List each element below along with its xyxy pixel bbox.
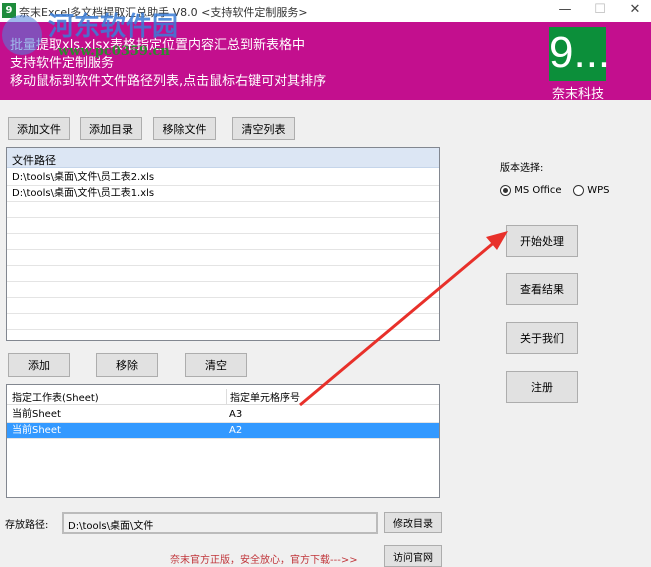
version-label: 版本选择: <box>500 163 544 174</box>
empty-row <box>7 218 439 234</box>
cell-ref-cell: A2 <box>229 425 243 436</box>
change-directory-button[interactable]: 修改目录 <box>384 512 442 533</box>
radio-ms-office[interactable]: MS Office <box>500 184 562 196</box>
add-file-button[interactable]: 添加文件 <box>8 117 70 140</box>
add-directory-button[interactable]: 添加目录 <box>80 117 142 140</box>
empty-row <box>7 234 439 250</box>
remove-file-button[interactable]: 移除文件 <box>153 117 216 140</box>
list-item[interactable]: D:\tools\桌面\文件\员工表2.xls <box>7 170 439 186</box>
table-row[interactable]: 当前Sheet A3 <box>7 407 439 423</box>
watermark: 河东软件园 <box>48 12 179 42</box>
cell-ref-cell: A3 <box>229 409 243 420</box>
close-button[interactable]: ✕ <box>625 2 645 17</box>
sheet-cell: 当前Sheet <box>12 425 61 436</box>
visit-website-button[interactable]: 访问官网 <box>384 545 442 567</box>
empty-row <box>7 266 439 282</box>
empty-row <box>7 298 439 314</box>
about-us-button[interactable]: 关于我们 <box>506 322 578 354</box>
clear-sheet-button[interactable]: 清空 <box>185 353 247 377</box>
company-logo: 9... <box>549 27 610 81</box>
watermark-url: www.pc0359.cn <box>58 44 170 59</box>
watermark-logo-icon <box>2 15 42 55</box>
radio-label: MS Office <box>514 185 562 196</box>
minimize-button[interactable]: — <box>555 2 575 17</box>
start-process-button[interactable]: 开始处理 <box>506 225 578 257</box>
sheet-table-header: 指定工作表(Sheet) 指定单元格序号 <box>7 385 439 405</box>
radio-wps[interactable]: WPS <box>573 184 610 196</box>
save-path-label: 存放路径: <box>5 520 49 531</box>
radio-label: WPS <box>587 185 610 196</box>
empty-row <box>7 314 439 330</box>
empty-row <box>7 202 439 218</box>
promo-text: 奈末官方正版，安全放心，官方下载--->> <box>170 555 358 566</box>
column-header[interactable]: 指定单元格序号 <box>226 389 300 404</box>
remove-sheet-button[interactable]: 移除 <box>96 353 158 377</box>
add-sheet-button[interactable]: 添加 <box>8 353 70 377</box>
company-name: 奈末科技 <box>551 87 604 102</box>
empty-row <box>7 250 439 266</box>
register-button[interactable]: 注册 <box>506 371 578 403</box>
view-results-button[interactable]: 查看结果 <box>506 273 578 305</box>
table-row-selected[interactable]: 当前Sheet A2 <box>7 423 439 439</box>
sheet-cell: 当前Sheet <box>12 409 61 420</box>
list-item[interactable]: D:\tools\桌面\文件\员工表1.xls <box>7 186 439 202</box>
column-header[interactable]: 指定工作表(Sheet) <box>12 389 99 404</box>
maximize-button[interactable]: ☐ <box>590 2 610 17</box>
banner-line: 移动鼠标到软件文件路径列表,点击鼠标右键可对其排序 <box>10 74 327 89</box>
file-list-header[interactable]: 文件路径 <box>7 148 439 168</box>
header-label: 文件路径 <box>12 154 56 167</box>
save-path-input[interactable]: D:\tools\桌面\文件 <box>62 512 378 534</box>
sheet-table[interactable]: 指定工作表(Sheet) 指定单元格序号 当前Sheet A3 当前Sheet … <box>6 384 440 498</box>
clear-list-button[interactable]: 清空列表 <box>232 117 295 140</box>
file-list[interactable]: 文件路径 D:\tools\桌面\文件\员工表2.xls D:\tools\桌面… <box>6 147 440 341</box>
empty-row <box>7 282 439 298</box>
